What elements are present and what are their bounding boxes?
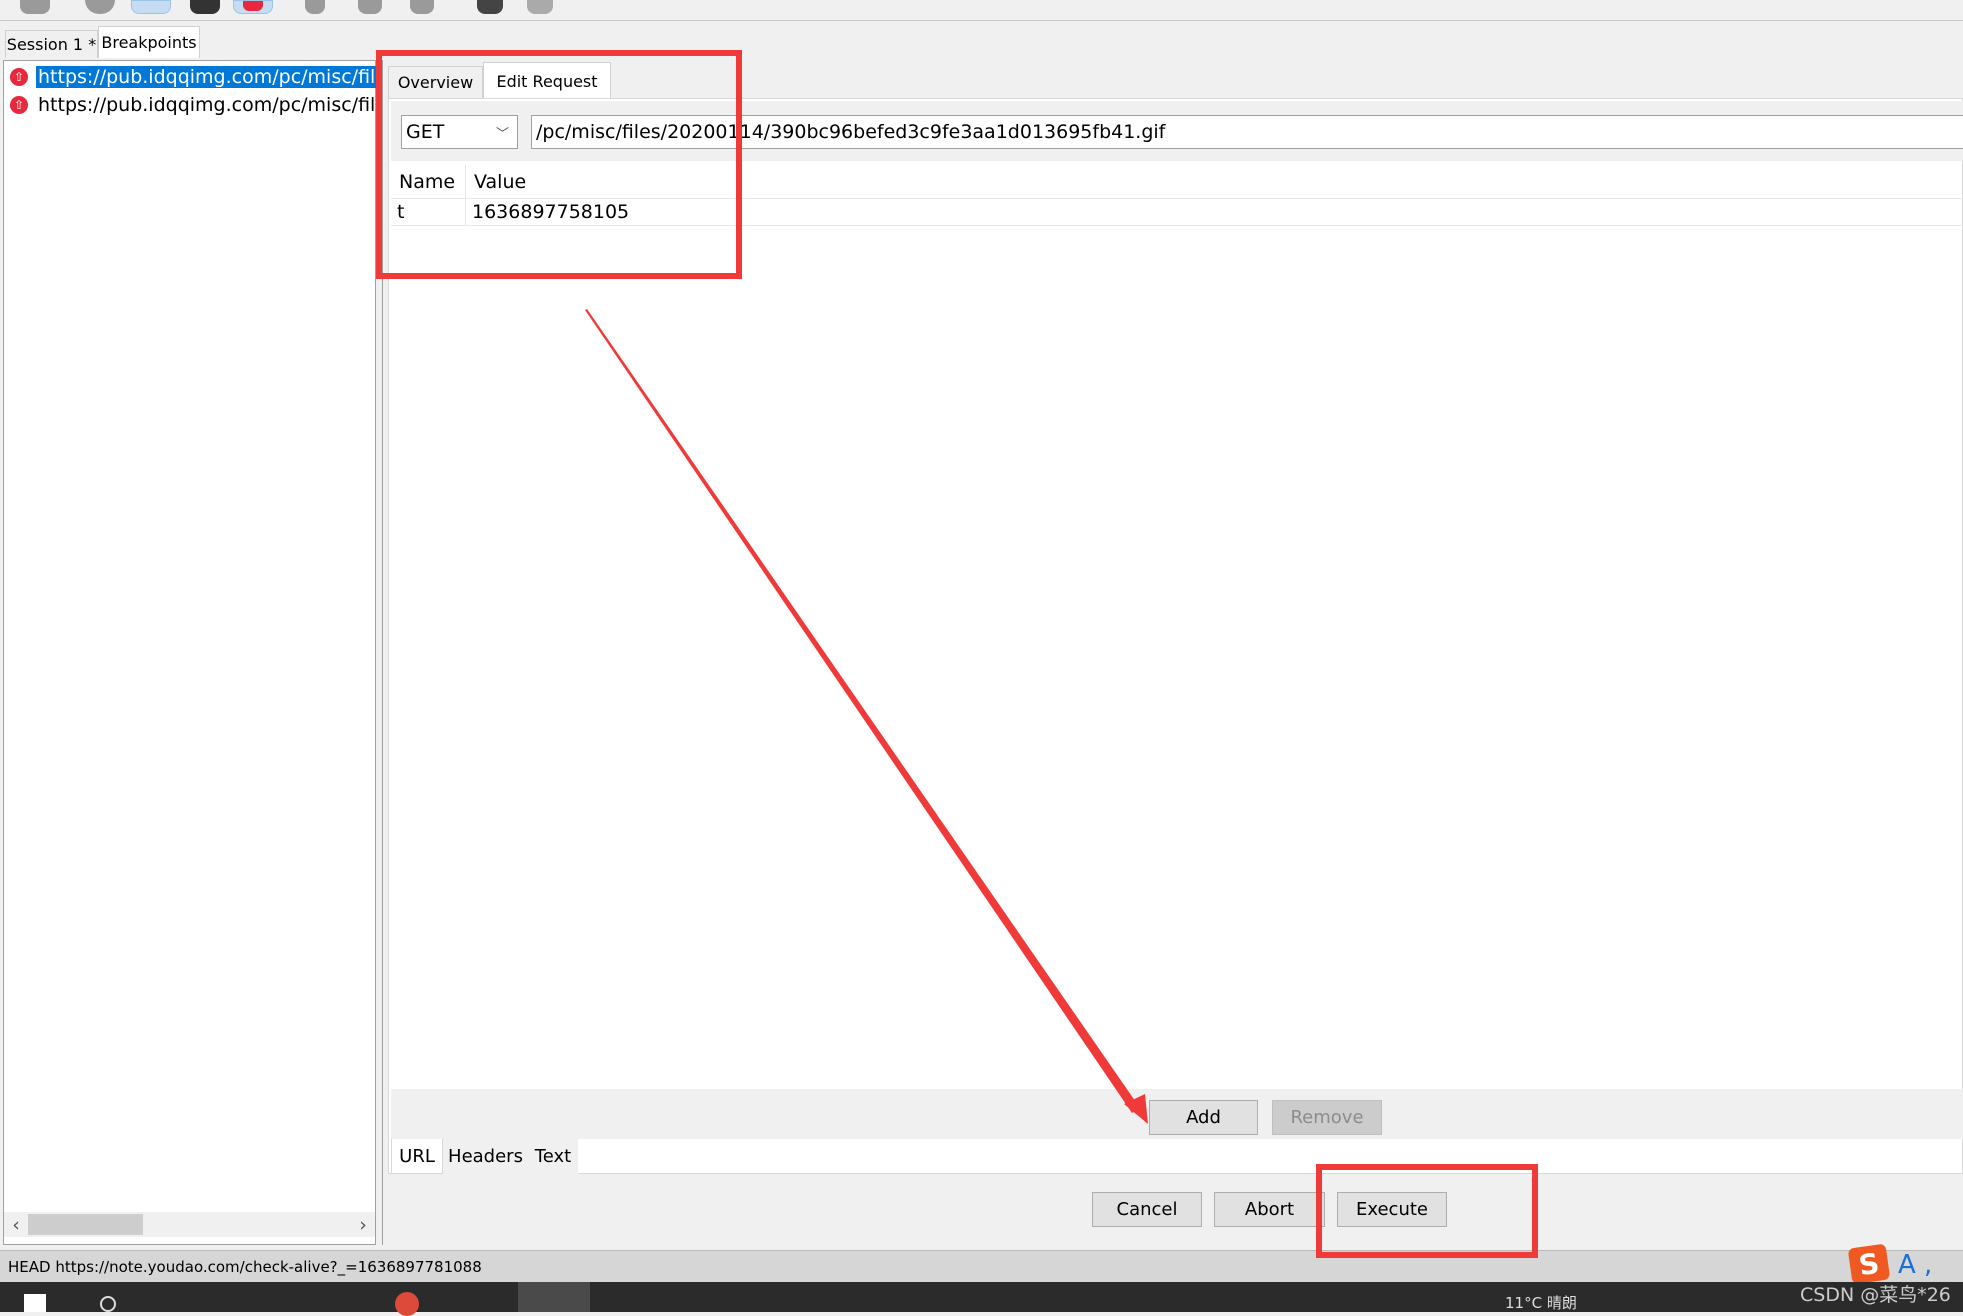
annotation-arrow bbox=[585, 309, 1148, 1124]
arrow-shaft bbox=[585, 309, 1140, 1113]
